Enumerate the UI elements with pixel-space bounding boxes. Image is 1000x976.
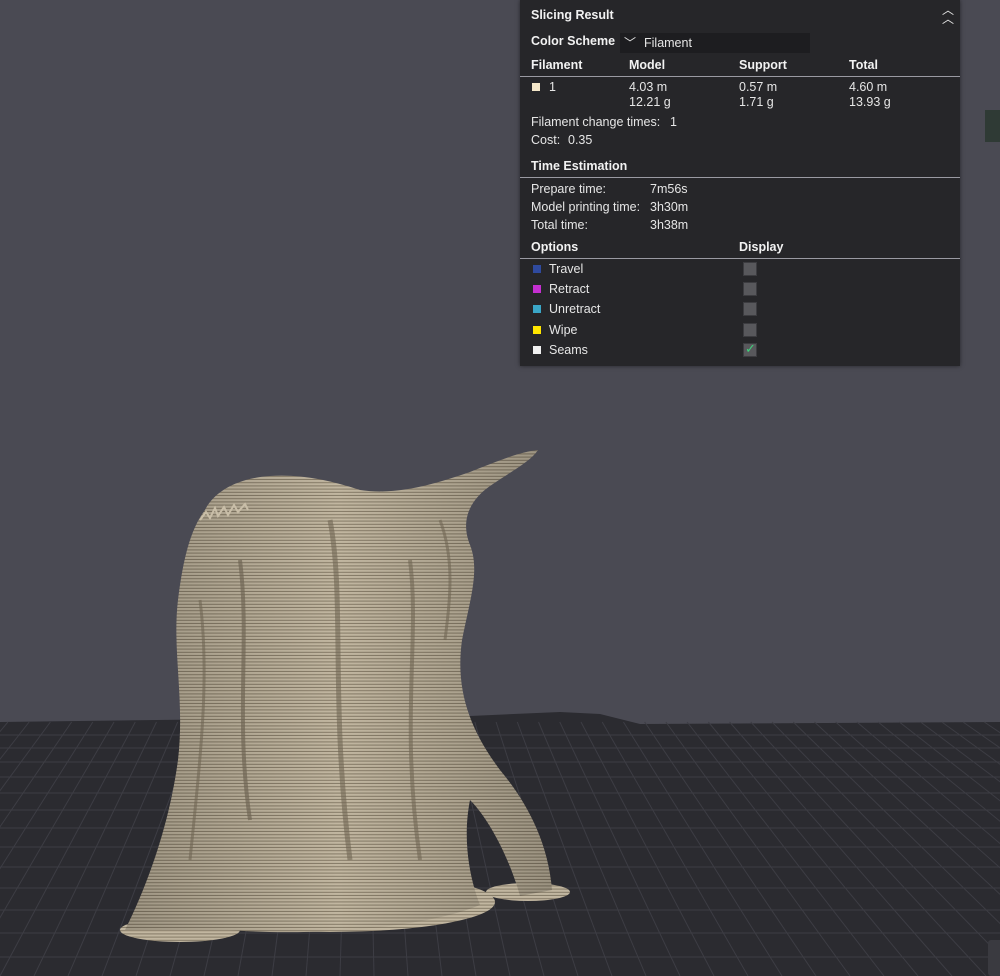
display-checkbox-retract[interactable] [743,282,757,297]
column-support: Support [739,58,787,72]
double-chevron-up-icon: ︿ ︿ [941,3,954,26]
time-estimation-title: Time Estimation [531,159,628,173]
panel-title: Slicing Result [531,8,614,22]
display-checkbox-travel[interactable] [743,262,757,276]
divider [520,258,960,259]
collapse-button[interactable]: ︿ ︿ [940,3,956,26]
option-color-unretract [533,305,541,314]
support-weight: 1.71 g [739,95,774,109]
prepare-time-label: Prepare time: [531,182,607,196]
edge-handle[interactable] [988,940,1000,976]
model-printing-time-label: Model printing time: [531,200,641,214]
slicing-result-panel: Slicing Result ︿ ︿ Color Scheme ﹀ Filamen… [520,0,960,366]
cost-value: 0.35 [568,133,593,147]
support-length: 0.57 m [739,80,778,94]
option-color-wipe [533,325,541,334]
divider [520,76,960,77]
display-checkbox-seams[interactable]: ✓ [743,340,757,357]
column-filament: Filament [531,58,583,72]
total-time-value: 3h38m [650,218,689,232]
option-label-retract: Retract [549,282,590,297]
option-label-wipe: Wipe [549,322,578,337]
filament-change-value: 1 [670,115,677,129]
prepare-time-value: 7m56s [650,182,688,196]
column-model: Model [629,58,666,72]
color-scheme-value: Filament [644,36,692,50]
options-header: Options [531,240,579,254]
divider [520,177,960,178]
model-printing-time-value: 3h30m [650,200,689,214]
column-total: Total [849,58,878,72]
option-color-retract [533,285,541,294]
edge-indicator [985,110,1000,142]
option-color-travel [533,265,541,273]
display-header: Display [739,240,784,254]
total-time-label: Total time: [531,218,588,232]
color-scheme-dropdown[interactable]: ﹀ Filament [620,33,810,53]
checkmark-icon: ✓ [745,340,756,356]
color-scheme-label: Color Scheme [531,34,616,48]
display-checkbox-unretract[interactable] [743,302,757,317]
option-label-seams: Seams [549,342,588,357]
filament-change-label: Filament change times: [531,115,661,129]
cost-label: Cost: [531,133,561,147]
total-length: 4.60 m [849,80,888,94]
display-checkbox-wipe[interactable] [743,322,757,337]
chevron-down-icon: ﹀ [624,36,637,50]
model-length: 4.03 m [629,80,668,94]
option-color-seams [533,345,541,354]
total-weight: 13.93 g [849,95,891,109]
option-label-travel: Travel [549,262,584,276]
option-label-unretract: Unretract [549,302,601,317]
filament-id: 1 [549,80,556,94]
filament-swatch [532,83,540,91]
model-weight: 12.21 g [629,95,671,109]
